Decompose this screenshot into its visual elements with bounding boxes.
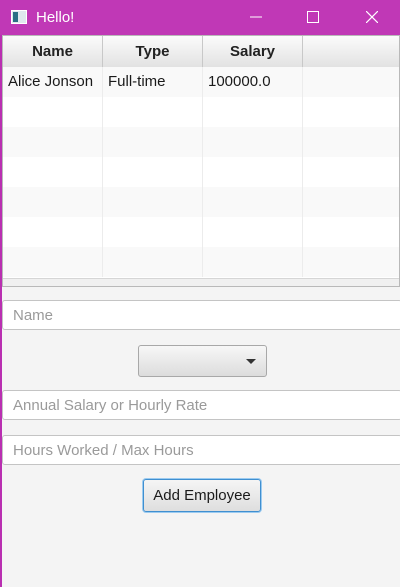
table-row-empty: [3, 127, 399, 157]
close-icon: [366, 11, 378, 23]
table-row-empty: [3, 217, 399, 247]
table-row-empty: [3, 157, 399, 187]
table-horizontal-scrollbar[interactable]: [3, 278, 399, 286]
maximize-button[interactable]: [290, 0, 336, 35]
cell-filler: [303, 67, 399, 97]
close-button[interactable]: [349, 0, 395, 35]
salary-rate-input[interactable]: [2, 390, 400, 420]
cell-name: Alice Jonson: [3, 67, 103, 97]
add-employee-button[interactable]: Add Employee: [143, 479, 261, 512]
table-row-empty: [3, 97, 399, 127]
title-bar: Hello!: [0, 0, 400, 35]
table-row-empty: [3, 187, 399, 217]
table-header: Name Type Salary: [3, 36, 399, 68]
column-header-filler: [303, 36, 399, 67]
hours-input[interactable]: [2, 435, 400, 465]
column-header-name[interactable]: Name: [3, 36, 103, 67]
minimize-icon: [250, 16, 262, 18]
column-header-type[interactable]: Type: [103, 36, 203, 67]
window-title: Hello!: [36, 9, 75, 26]
employee-table[interactable]: Name Type Salary Alice Jonson Full-time …: [2, 35, 400, 287]
table-row-empty: [3, 247, 399, 277]
cell-salary: 100000.0: [203, 67, 303, 97]
window-content: Name Type Salary Alice Jonson Full-time …: [2, 35, 400, 587]
app-window-icon: [11, 10, 27, 24]
maximize-icon: [307, 11, 319, 23]
cell-type: Full-time: [103, 67, 203, 97]
column-header-salary[interactable]: Salary: [203, 36, 303, 67]
table-row[interactable]: Alice Jonson Full-time 100000.0: [3, 67, 399, 97]
name-input[interactable]: [2, 300, 400, 330]
chevron-down-icon: [246, 359, 256, 364]
employee-type-dropdown[interactable]: [138, 345, 267, 377]
minimize-button[interactable]: [233, 0, 279, 35]
